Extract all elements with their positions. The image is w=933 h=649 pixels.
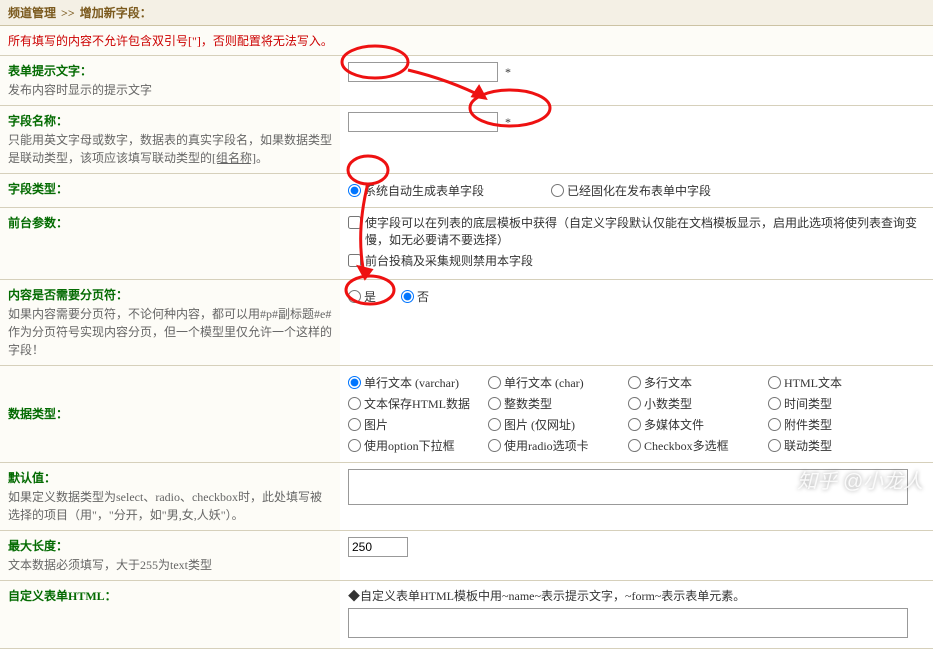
fieldname-desc: 只能用英文字母或数字，数据表的真实字段名，如果数据类型是联动类型，该项应该填写联… [8,133,332,165]
frontparam-label-listable: 使字段可以在列表的底层模板中获得（自定义字段默认仅能在文档模板显示，启用此选项将… [365,214,925,248]
datatype-radio-0-2[interactable] [628,376,641,389]
datatype-radio-1-0[interactable] [348,397,361,410]
fieldtype-radio-fixed[interactable] [551,184,564,197]
paging-label-yes: 是 [364,288,376,305]
maxlen-title: 最大长度： [8,537,332,554]
datatype-label-1-0: 文本保存HTML数据 [364,395,470,412]
fieldtype-label-auto: 系统自动生成表单字段 [364,182,484,199]
paging-desc: 如果内容需要分页符，不论何种内容，都可以用#p#副标题#e#作为分页符号实现内容… [8,307,332,357]
datatype-radio-2-3[interactable] [768,418,781,431]
datatype-radio-0-3[interactable] [768,376,781,389]
datatype-radio-2-1[interactable] [488,418,501,431]
datatype-radio-3-1[interactable] [488,439,501,452]
frontparam-chk-disable[interactable] [348,254,361,267]
maxlen-desc: 文本数据必须填写，大于255为text类型 [8,558,212,572]
prompt-desc: 发布内容时显示的提示文字 [8,83,152,97]
prompt-title: 表单提示文字： [8,62,332,79]
warning-text: 所有填写的内容不允许包含双引号["]，否则配置将无法写入。 [0,26,933,56]
datatype-label-0-3: HTML文本 [784,374,842,391]
fieldtype-label-fixed: 已经固化在发布表单中字段 [567,182,711,199]
paging-radio-yes[interactable] [348,290,361,303]
default-desc: 如果定义数据类型为select、radio、checkbox时，此处填写被选择的… [8,490,322,522]
datatype-label-0-2: 多行文本 [644,374,692,391]
datatype-radio-3-3[interactable] [768,439,781,452]
frontparam-title: 前台参数： [8,214,332,231]
fieldtype-radio-auto[interactable] [348,184,361,197]
frontparam-label-disable: 前台投稿及采集规则禁用本字段 [365,252,533,269]
paging-title: 内容是否需要分页符： [8,286,332,303]
breadcrumb: 频道管理 >> 增加新字段： [0,0,933,26]
required-star: * [505,65,511,79]
datatype-label-2-1: 图片 (仅网址) [504,416,575,433]
datatype-label-2-2: 多媒体文件 [644,416,704,433]
datatype-label-1-2: 小数类型 [644,395,692,412]
datatype-radio-0-0[interactable] [348,376,361,389]
datatype-label-3-3: 联动类型 [784,437,832,454]
datatype-label-0-0: 单行文本 (varchar) [364,374,459,391]
form-table: 表单提示文字： 发布内容时显示的提示文字 * 字段名称： 只能用英文字母或数字，… [0,56,933,649]
datatype-radio-1-2[interactable] [628,397,641,410]
fieldtype-title: 字段类型： [8,180,332,197]
datatype-label-2-3: 附件类型 [784,416,832,433]
breadcrumb-sep: >> [59,6,77,20]
datatype-radio-1-3[interactable] [768,397,781,410]
datatype-radio-0-1[interactable] [488,376,501,389]
datatype-radio-2-0[interactable] [348,418,361,431]
datatype-radio-2-2[interactable] [628,418,641,431]
default-title: 默认值： [8,469,332,486]
datatype-label-3-0: 使用option下拉框 [364,437,455,454]
breadcrumb-section: 频道管理 [8,6,56,20]
customhtml-title: 自定义表单HTML： [8,587,332,604]
paging-label-no: 否 [417,288,429,305]
customhtml-desc: ◆自定义表单HTML模板中用~name~表示提示文字，~form~表示表单元素。 [348,587,925,604]
datatype-label-1-1: 整数类型 [504,395,552,412]
datatype-radio-3-0[interactable] [348,439,361,452]
frontparam-chk-listable[interactable] [348,216,361,229]
datatype-label-2-0: 图片 [364,416,388,433]
required-star: * [505,115,511,129]
datatype-label-0-1: 单行文本 (char) [504,374,584,391]
datatype-radio-3-2[interactable] [628,439,641,452]
fieldname-title: 字段名称： [8,112,332,129]
datatype-title: 数据类型： [8,405,332,422]
customhtml-textarea[interactable] [348,608,908,638]
paging-radio-no[interactable] [401,290,414,303]
datatype-label-3-2: Checkbox多选框 [644,437,729,454]
maxlen-input[interactable] [348,537,408,557]
prompt-input[interactable] [348,62,498,82]
datatype-label-1-3: 时间类型 [784,395,832,412]
fieldname-input[interactable] [348,112,498,132]
datatype-radio-1-1[interactable] [488,397,501,410]
datatype-label-3-1: 使用radio选项卡 [504,437,589,454]
breadcrumb-page: 增加新字段： [80,6,152,20]
